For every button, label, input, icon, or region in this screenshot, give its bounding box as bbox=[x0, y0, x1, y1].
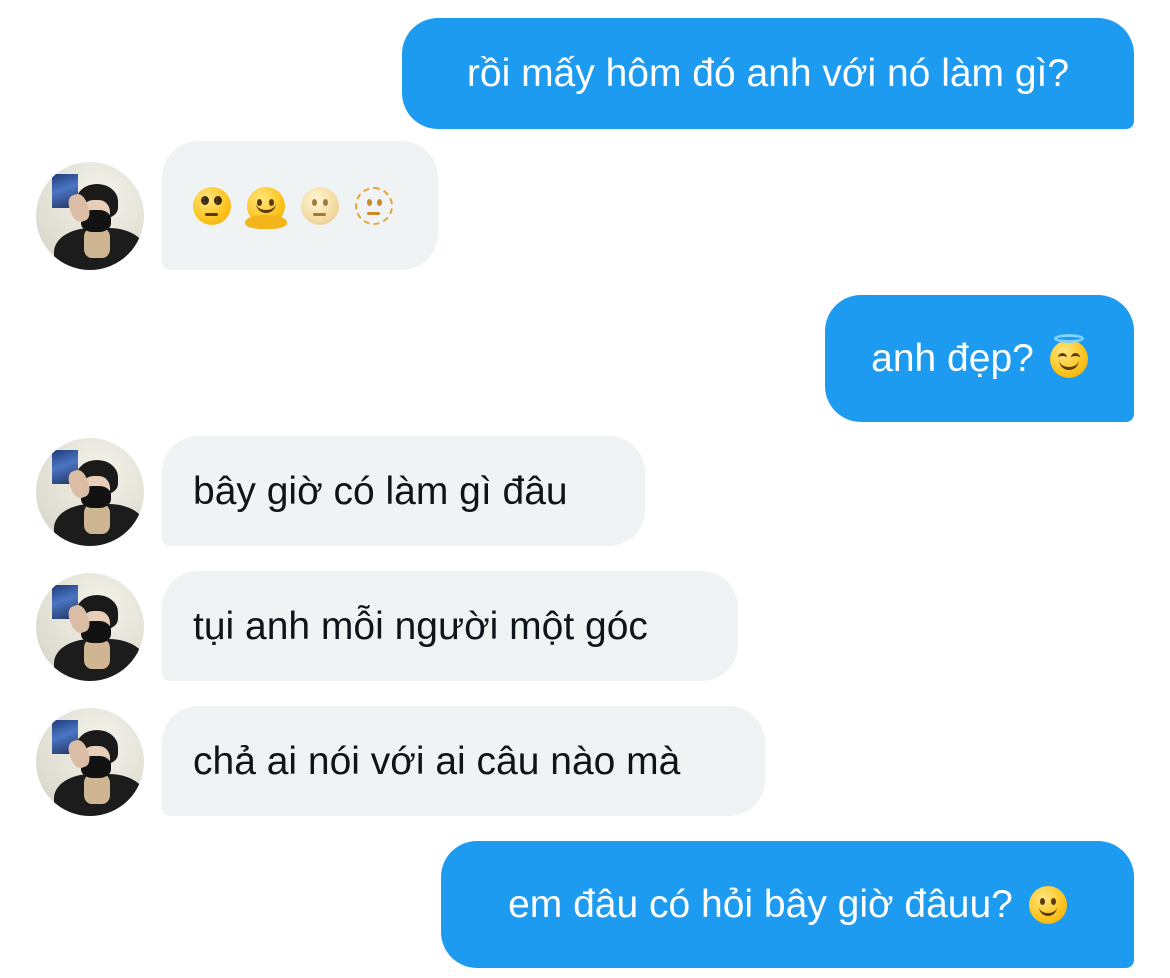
message-text: chả ai nói với ai câu nào mà bbox=[193, 739, 681, 783]
melting-face-emoji bbox=[245, 186, 287, 229]
avatar[interactable] bbox=[36, 162, 144, 270]
incoming-message-bubble[interactable]: tụi anh mỗi người một góc bbox=[162, 571, 738, 681]
outgoing-message-bubble[interactable]: rồi mấy hôm đó anh với nó làm gì? bbox=[402, 18, 1134, 129]
smiling-face-with-halo-emoji bbox=[1049, 333, 1088, 378]
avatar[interactable] bbox=[36, 573, 144, 681]
emoji-row bbox=[193, 186, 393, 229]
message-text: bây giờ có làm gì đâu bbox=[193, 469, 568, 513]
incoming-message-bubble[interactable]: chả ai nói với ai câu nào mà bbox=[162, 706, 765, 816]
incoming-message-bubble[interactable]: bây giờ có làm gì đâu bbox=[162, 436, 645, 546]
avatar[interactable] bbox=[36, 438, 144, 546]
message-text: anh đẹp? bbox=[871, 337, 1034, 380]
outgoing-message-bubble[interactable]: anh đẹp? bbox=[825, 295, 1134, 422]
outgoing-message-bubble[interactable]: em đâu có hỏi bây giờ đâuu? bbox=[441, 841, 1134, 968]
face-in-clouds-emoji bbox=[301, 186, 339, 225]
incoming-message-bubble[interactable] bbox=[162, 141, 438, 270]
avatar[interactable] bbox=[36, 708, 144, 816]
slightly-smiling-face-emoji bbox=[1028, 885, 1067, 924]
dotted-line-face-emoji bbox=[355, 186, 393, 225]
face-with-rolling-eyes-emoji bbox=[193, 186, 231, 225]
message-text: tụi anh mỗi người một góc bbox=[193, 604, 648, 648]
message-text: rồi mấy hôm đó anh với nó làm gì? bbox=[466, 52, 1070, 95]
message-text: em đâu có hỏi bây giờ đâuu? bbox=[508, 883, 1013, 926]
